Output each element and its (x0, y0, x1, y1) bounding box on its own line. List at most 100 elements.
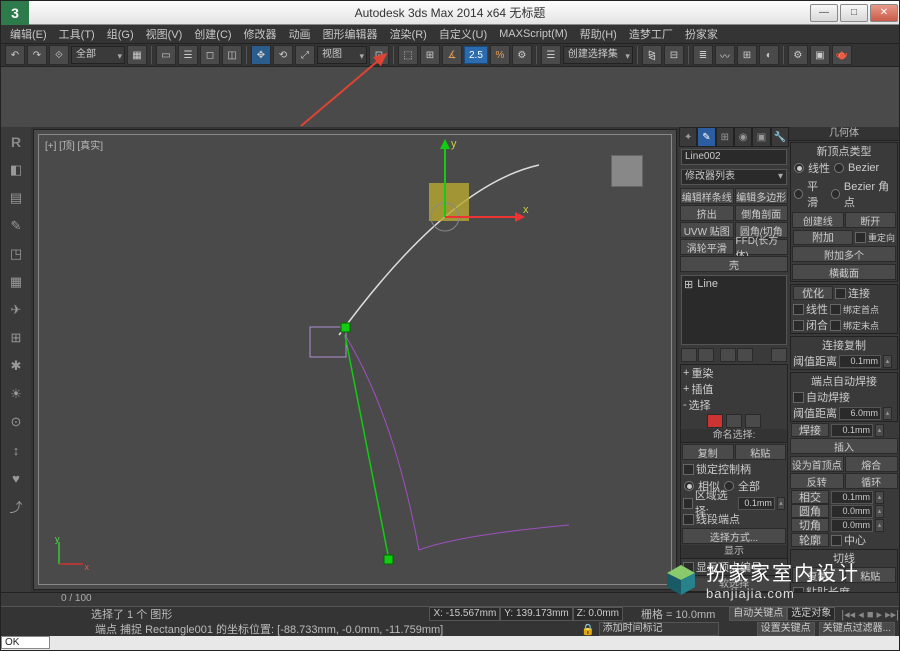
li-11[interactable]: ↕ (6, 441, 26, 459)
menu-create[interactable]: 创建(C) (189, 26, 236, 42)
btn-editspline[interactable]: 编辑样条线 (680, 188, 734, 204)
tan-copy-button[interactable]: 复制 (792, 567, 844, 583)
filter-combo[interactable]: 全部 (71, 46, 125, 64)
subobj-spline[interactable] (745, 414, 761, 428)
fillet-button[interactable]: 圆角 (791, 504, 829, 518)
menu-modifiers[interactable]: 修改器 (239, 26, 282, 42)
menu-banjiajia[interactable]: 扮家家 (680, 26, 723, 42)
setkey-button[interactable]: 设置关键点 (757, 622, 815, 636)
selectname-button[interactable]: ☰ (178, 45, 198, 65)
menu-view[interactable]: 视图(V) (141, 26, 188, 42)
subobj-vertex[interactable] (707, 414, 723, 428)
li-3[interactable]: ✎ (6, 217, 26, 235)
areasel-val[interactable]: 0.1mm (738, 497, 775, 510)
menu-grapheditors[interactable]: 图形编辑器 (318, 26, 383, 42)
remove-mod-button[interactable] (737, 348, 753, 362)
pivot-button[interactable]: ⊡ (369, 45, 389, 65)
spinner-snap-button[interactable]: ⚙ (512, 45, 532, 65)
break-button[interactable]: 断开 (845, 212, 897, 228)
li-9[interactable]: ☀ (6, 385, 26, 403)
render-button[interactable]: 🫖 (832, 45, 852, 65)
similar-radio[interactable] (684, 481, 694, 491)
createline-button[interactable]: 创建线 (792, 212, 844, 228)
li-10[interactable]: ⊙ (6, 413, 26, 431)
chamfer-val[interactable]: 0.0mm (831, 519, 873, 532)
weld-thresh[interactable]: 0.1mm (831, 424, 873, 437)
keymode-combo[interactable]: 选定对象 (787, 607, 835, 621)
li-5[interactable]: ▦ (6, 273, 26, 291)
fuse-button[interactable]: 熔合 (845, 456, 899, 472)
li-7[interactable]: ⊞ (6, 329, 26, 347)
btn-bevelprofile[interactable]: 倒角剖面 (735, 205, 789, 221)
coord-x[interactable]: X: -15.567mm (429, 607, 500, 621)
autoweld-chk[interactable] (793, 392, 804, 403)
li-4[interactable]: ◳ (6, 245, 26, 263)
menu-group[interactable]: 组(G) (102, 26, 139, 42)
editnamedselset-button[interactable]: ☰ (541, 45, 561, 65)
btn-extrude[interactable]: 挤出 (680, 205, 734, 221)
tab-hierarchy[interactable]: ⊞ (716, 127, 734, 147)
rollout-interp[interactable]: 插值 (691, 381, 785, 397)
showvert-chk[interactable] (683, 562, 694, 573)
btn-uvwmap[interactable]: UVW 贴图 (680, 222, 734, 238)
li-12[interactable]: ♥ (6, 469, 26, 487)
undo-button[interactable]: ↶ (5, 45, 25, 65)
lock-handles-chk[interactable] (683, 464, 694, 475)
vt-smooth[interactable] (794, 189, 803, 199)
segend-chk[interactable] (683, 514, 694, 525)
menu-dream[interactable]: 造梦工厂 (624, 26, 678, 42)
vt-linear[interactable] (794, 163, 804, 173)
vt-bezier[interactable] (834, 163, 844, 173)
vt-bezcorner[interactable] (831, 189, 840, 199)
angle-value[interactable]: 2.5 (464, 46, 488, 64)
li-2[interactable]: ▤ (6, 189, 26, 207)
percentsnap-button[interactable]: % (490, 45, 510, 65)
pin-stack-button[interactable] (681, 348, 697, 362)
refine-button[interactable]: 优化 (793, 286, 833, 300)
link-button[interactable]: ⟐ (49, 45, 69, 65)
reverse-button[interactable]: 反转 (790, 473, 844, 489)
weld-button[interactable]: 焊接 (791, 423, 829, 437)
menu-rendering[interactable]: 渲染(R) (385, 26, 432, 42)
li-6[interactable]: ✈ (6, 301, 26, 319)
menu-customize[interactable]: 自定义(U) (434, 26, 492, 42)
coord-z[interactable]: Z: 0.0mm (573, 607, 623, 621)
reorient-chk[interactable] (855, 232, 866, 243)
autokey-button[interactable]: 自动关键点 (729, 607, 787, 621)
align-button[interactable]: ⊟ (664, 45, 684, 65)
crossinsert-button[interactable]: 相交 (791, 490, 829, 504)
ribbon-r-icon[interactable]: R (6, 133, 26, 151)
tab-motion[interactable]: ◉ (734, 127, 752, 147)
menu-maxscript[interactable]: MAXScript(M) (494, 28, 572, 40)
attach-button[interactable]: 附加 (793, 230, 853, 245)
move-button[interactable]: ✥ (251, 45, 271, 65)
make-unique-button[interactable] (720, 348, 736, 362)
selectlock-button[interactable]: ⬚ (398, 45, 418, 65)
areasel-chk[interactable] (683, 498, 693, 509)
cross-thresh[interactable]: 0.1mm (831, 491, 873, 504)
modifier-list-combo[interactable]: 修改器列表 (681, 169, 787, 185)
bindlast-chk[interactable] (830, 320, 841, 331)
outline-button[interactable]: 轮廓 (791, 533, 829, 547)
li-8[interactable]: ✱ (6, 357, 26, 375)
btn-ffdbox[interactable]: FFD(长方体) (735, 239, 789, 255)
menu-animation[interactable]: 动画 (284, 26, 316, 42)
btn-editpoly[interactable]: 编辑多边形 (735, 188, 789, 204)
window-crossing-button[interactable]: ◫ (222, 45, 242, 65)
subobj-segment[interactable] (726, 414, 742, 428)
menu-tools[interactable]: 工具(T) (54, 26, 100, 42)
namedselset-combo[interactable]: 创建选择集 (563, 46, 633, 64)
center-chk[interactable] (831, 535, 842, 546)
minimize-button[interactable]: — (810, 4, 838, 22)
insert-button[interactable]: 插入 (790, 438, 898, 454)
schematic-button[interactable]: ⊞ (737, 45, 757, 65)
menu-help[interactable]: 帮助(H) (575, 26, 622, 42)
crosssection-button[interactable]: 横截面 (792, 264, 896, 280)
keyfilters-button[interactable]: 关键点过滤器... (819, 622, 895, 636)
selmode-button[interactable]: 选择方式... (682, 528, 786, 544)
anglesnap-button[interactable]: ∡ (442, 45, 462, 65)
menu-edit[interactable]: 编辑(E) (5, 26, 52, 42)
snap-button[interactable]: ⊞ (420, 45, 440, 65)
object-name-input[interactable]: Line002 (681, 149, 787, 165)
scale-button[interactable]: ⤢ (295, 45, 315, 65)
